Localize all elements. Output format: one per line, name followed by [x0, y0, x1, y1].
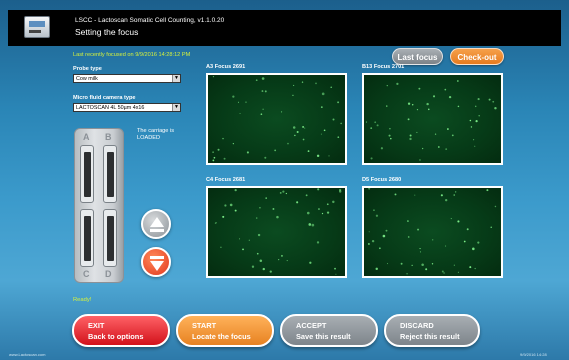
carriage-slot: [103, 145, 117, 203]
accept-button-subtitle: Save this result: [296, 332, 351, 341]
discard-button[interactable]: DISCARD Reject this result: [384, 314, 480, 347]
carriage-letter-c: C: [83, 269, 90, 279]
last-focus-button[interactable]: Last focus: [392, 48, 443, 65]
discard-button-title: DISCARD: [400, 321, 434, 330]
carriage-slot: [103, 209, 117, 267]
focus-label-a3: A3 Focus 2691: [206, 64, 246, 70]
carriage-status: The carriage is LOADED: [137, 128, 174, 141]
start-button[interactable]: START Locate the focus: [176, 314, 274, 347]
focus-image-b13[interactable]: [362, 73, 503, 165]
chevron-down-icon[interactable]: ▼: [172, 104, 180, 111]
discard-button-subtitle: Reject this result: [400, 332, 460, 341]
check-out-button[interactable]: Check-out: [450, 48, 504, 65]
website-link[interactable]: www.Lactoscan.com: [9, 352, 45, 357]
last-focused-status: Last recently focused on 9/9/2016 14:28:…: [73, 52, 191, 58]
focus-label-b13: B13 Focus 2701: [362, 64, 405, 70]
focus-image-a3[interactable]: [206, 73, 347, 165]
ready-status: Ready!: [73, 297, 92, 303]
footer-timestamp: 9/9/2016 14:28: [520, 352, 547, 357]
carriage-slot: [80, 145, 94, 203]
chevron-down-icon[interactable]: ▼: [172, 75, 180, 82]
app-title: LSCC - Lactoscan Somatic Cell Counting, …: [75, 17, 225, 24]
accept-button-title: ACCEPT: [296, 321, 327, 330]
page-title: Setting the focus: [75, 27, 139, 37]
carriage-letter-a: A: [83, 132, 90, 142]
focus-label-d5: D5 Focus 2680: [362, 177, 402, 183]
focus-label-c4: C4 Focus 2681: [206, 177, 246, 183]
focus-image-d5[interactable]: [362, 186, 503, 278]
probe-type-value: Cow milk: [76, 76, 98, 82]
exit-button-title: EXIT: [88, 321, 105, 330]
probe-type-select[interactable]: Cow milk ▼: [73, 74, 181, 83]
focus-image-c4[interactable]: [206, 186, 347, 278]
title-bar: LSCC - Lactoscan Somatic Cell Counting, …: [8, 10, 561, 46]
camera-type-value: LACTOSCAN 4L 50µm 4x16: [76, 105, 145, 111]
start-button-subtitle: Locate the focus: [192, 332, 251, 341]
start-button-title: START: [192, 321, 217, 330]
camera-type-select[interactable]: LACTOSCAN 4L 50µm 4x16 ▼: [73, 103, 181, 112]
analyzer-device-icon: [24, 16, 50, 38]
exit-button[interactable]: EXIT Back to options: [72, 314, 170, 347]
exit-button-subtitle: Back to options: [88, 332, 144, 341]
accept-button[interactable]: ACCEPT Save this result: [280, 314, 378, 347]
probe-type-label: Probe type: [73, 66, 102, 72]
carriage-letter-d: D: [105, 269, 112, 279]
app-background: LSCC - Lactoscan Somatic Cell Counting, …: [0, 0, 569, 360]
carriage-letter-b: B: [105, 132, 112, 142]
move-down-button[interactable]: [141, 247, 171, 277]
move-up-button[interactable]: [141, 209, 171, 239]
carriage-slot: [80, 209, 94, 267]
carriage-graphic: A B C D: [74, 128, 124, 283]
camera-type-label: Micro fluid camera type: [73, 95, 136, 101]
